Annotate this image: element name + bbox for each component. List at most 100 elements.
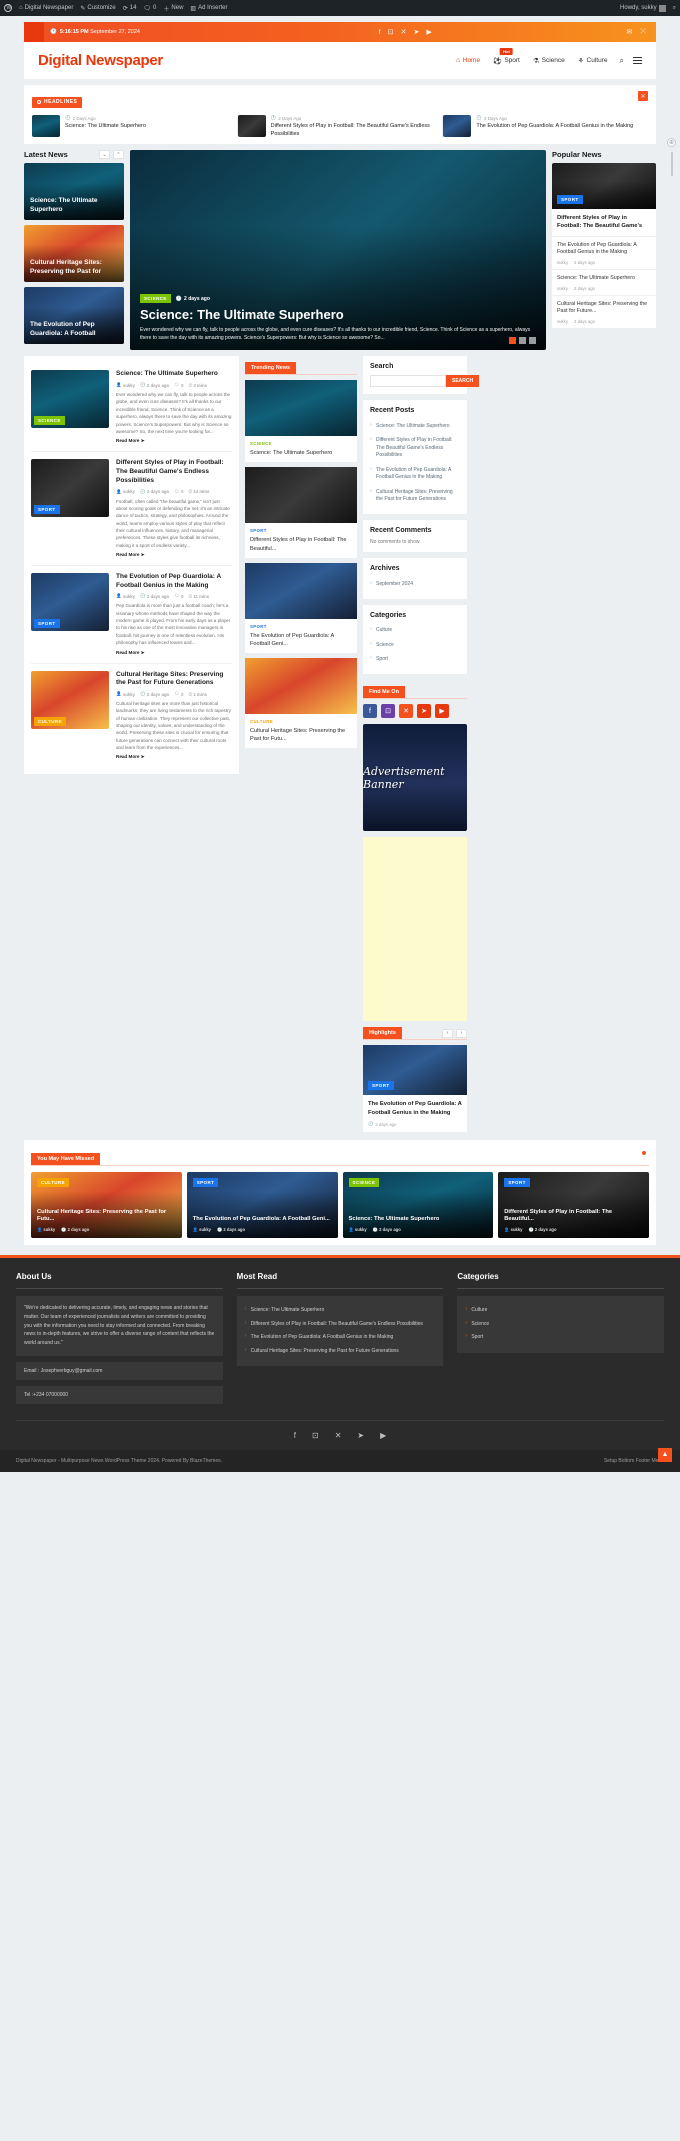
search-submit-button[interactable]: SEARCH <box>446 375 480 388</box>
x-icon[interactable]: ✕ <box>399 704 413 719</box>
telegram-icon[interactable]: ➤ <box>413 28 419 36</box>
youtube-icon[interactable]: ▶ <box>435 704 449 719</box>
page-side-rail[interactable] <box>671 152 673 176</box>
missed-card[interactable]: SPORT The Evolution of Pep Guardiola: A … <box>186 1172 338 1239</box>
footer-most-read-item[interactable]: Science: The Ultimate Superhero <box>245 1304 436 1318</box>
headlines-close-button[interactable]: ✕ <box>638 91 648 101</box>
post-title[interactable]: Science: The Ultimate Superhero <box>116 370 232 379</box>
mail-icon[interactable]: ✉ <box>627 28 633 36</box>
highlights-prev-button[interactable]: ‹ <box>442 1028 453 1038</box>
recent-post-item[interactable]: Different Styles of Play in Football: Th… <box>370 434 460 464</box>
youtube-icon[interactable]: ▶ <box>380 1431 386 1440</box>
post-category-chip[interactable]: CULTURE <box>34 716 66 726</box>
trending-card[interactable]: SPORT Different Styles of Play in Footba… <box>245 467 357 558</box>
telegram-icon[interactable]: ➤ <box>357 1431 364 1440</box>
admin-ad-inserter[interactable]: ▥ Ad Inserter <box>190 5 227 12</box>
missed-category-chip[interactable]: SPORT <box>192 1178 219 1188</box>
search-input[interactable] <box>370 375 446 388</box>
facebook-icon[interactable]: f <box>363 704 377 719</box>
popular-item[interactable]: The Evolution of Pep Guardiola: A Footba… <box>552 235 656 269</box>
footer-most-read-item[interactable]: Different Styles of Play in Football: Th… <box>245 1318 436 1332</box>
nav-item-science[interactable]: ⚗ Science <box>533 57 565 65</box>
latest-card[interactable]: Cultural Heritage Sites: Preserving the … <box>24 225 124 283</box>
popular-item[interactable]: Cultural Heritage Sites: Preserving the … <box>552 294 656 328</box>
post-item[interactable]: SPORT Different Styles of Play in Footba… <box>31 452 232 566</box>
post-title[interactable]: The Evolution of Pep Guardiola: A Footba… <box>116 573 232 591</box>
site-logo[interactable]: Digital Newspaper <box>38 52 163 69</box>
trending-card[interactable]: SCIENCE Science: The Ultimate Superhero <box>245 380 357 463</box>
instagram-icon[interactable]: ⊡ <box>381 704 395 719</box>
youtube-icon[interactable]: ▶ <box>426 28 431 36</box>
admin-customize[interactable]: ✎ Customize <box>80 5 115 12</box>
trending-card[interactable]: CULTURE Cultural Heritage Sites: Preserv… <box>245 657 357 749</box>
post-item[interactable]: CULTURE Cultural Heritage Sites: Preserv… <box>31 664 232 768</box>
hero-featured-article[interactable]: SCIENCE 🕐 2 days ago Science: The Ultima… <box>130 150 546 351</box>
advertisement-placeholder[interactable] <box>363 837 467 1022</box>
hero-category-chip[interactable]: SCIENCE <box>140 294 171 304</box>
footer-category-item[interactable]: Sport <box>465 1331 656 1345</box>
nav-item-culture[interactable]: ⚘ Culture <box>578 57 608 65</box>
shuffle-icon[interactable]: ⤬ <box>640 28 646 36</box>
wordpress-logo-icon[interactable] <box>4 4 12 13</box>
nav-item-sport[interactable]: Hot ⚽ Sport <box>493 47 520 65</box>
missed-category-chip[interactable]: CULTURE <box>37 1178 69 1188</box>
recent-post-item[interactable]: Cultural Heritage Sites: Preserving the … <box>370 485 460 507</box>
post-category-chip[interactable]: SCIENCE <box>34 416 65 426</box>
admin-updates[interactable]: ⟳ 14 <box>123 5 137 12</box>
trending-card[interactable]: SPORT The Evolution of Pep Guardiola: A … <box>245 562 357 653</box>
latest-next-button[interactable]: ⌃ <box>113 150 124 160</box>
read-more-link[interactable]: Read More ➤ <box>116 552 232 558</box>
headline-item[interactable]: 🕐 2 Days Ago Science: The Ultimate Super… <box>32 115 238 139</box>
instagram-icon[interactable]: ⊡ <box>388 28 394 36</box>
advertisement-banner[interactable]: Advertisement Banner <box>363 724 467 832</box>
read-more-link[interactable]: Read More ➤ <box>116 754 232 760</box>
highlights-category-chip[interactable]: SPORT <box>368 1081 394 1091</box>
latest-card[interactable]: The Evolution of Pep Guardiola: A Footba… <box>24 287 124 345</box>
footer-email[interactable]: Email : Josephverbguy@gmail.com <box>16 1361 223 1380</box>
footer-bottom-links[interactable]: Setup Bottom Footer Menu <box>604 1458 664 1464</box>
post-category-chip[interactable]: SPORT <box>34 618 60 628</box>
popular-lead-image[interactable]: SPORT <box>552 163 656 210</box>
carousel-dot[interactable] <box>519 337 526 345</box>
popular-lead-title[interactable]: Different Styles of Play in Football: Th… <box>552 209 656 235</box>
footer-category-item[interactable]: Science <box>465 1318 656 1332</box>
read-more-link[interactable]: Read More ➤ <box>116 650 232 656</box>
x-icon[interactable]: ✕ <box>401 28 407 36</box>
headline-item[interactable]: 🕐 2 Days Ago The Evolution of Pep Guardi… <box>443 115 648 138</box>
post-category-chip[interactable]: SPORT <box>34 505 60 515</box>
post-title[interactable]: Cultural Heritage Sites: Preserving the … <box>116 671 232 689</box>
facebook-icon[interactable]: f <box>294 1431 296 1440</box>
recent-post-item[interactable]: Science: The Ultimate Superhero <box>370 419 460 434</box>
x-icon[interactable]: ✕ <box>335 1431 342 1440</box>
missed-category-chip[interactable]: SPORT <box>504 1178 530 1188</box>
footer-most-read-item[interactable]: The Evolution of Pep Guardiola: A Footba… <box>245 1331 436 1345</box>
menu-toggle-icon[interactable] <box>633 55 642 66</box>
admin-comments[interactable]: 🗨 0 <box>143 5 156 12</box>
search-icon[interactable]: ⌕ <box>620 56 624 66</box>
page-side-handle-icon[interactable]: ⊕ <box>667 138 676 147</box>
category-item[interactable]: Sport <box>370 653 460 668</box>
missed-card[interactable]: SPORT Different Styles of Play in Footba… <box>498 1172 649 1239</box>
carousel-dot-active[interactable] <box>509 337 516 345</box>
admin-howdy[interactable]: Howdy, sukky <box>620 4 666 12</box>
facebook-icon[interactable]: f <box>379 29 381 36</box>
highlights-next-button[interactable]: › <box>456 1028 467 1038</box>
instagram-icon[interactable]: ⊡ <box>312 1431 319 1440</box>
footer-most-read-item[interactable]: Cultural Heritage Sites: Preserving the … <box>245 1345 436 1359</box>
missed-category-chip[interactable]: SCIENCE <box>348 1178 380 1188</box>
missed-card[interactable]: CULTURE Cultural Heritage Sites: Preserv… <box>31 1172 182 1239</box>
post-item[interactable]: SPORT The Evolution of Pep Guardiola: A … <box>31 566 232 664</box>
popular-item[interactable]: Science: The Ultimate Superhero sukky 2 … <box>552 268 656 295</box>
headline-item[interactable]: 🕐 2 Days Ago Different Styles of Play in… <box>237 115 444 139</box>
missed-card[interactable]: SCIENCE Science: The Ultimate Superhero … <box>342 1172 494 1239</box>
archive-item[interactable]: September 2024 <box>370 577 460 592</box>
admin-site-name[interactable]: ⌂ Digital Newspaper <box>19 5 73 11</box>
category-item[interactable]: Science <box>370 638 460 653</box>
latest-prev-button[interactable]: ⌄ <box>99 150 110 160</box>
scroll-to-top-button[interactable]: ▲ <box>658 1447 672 1462</box>
nav-item-home[interactable]: ⌂ Home <box>456 57 480 64</box>
telegram-icon[interactable]: ➤ <box>417 704 431 719</box>
highlights-card[interactable]: SPORT The Evolution of Pep Guardiola: A … <box>363 1045 467 1133</box>
read-more-link[interactable]: Read More ➤ <box>116 438 232 444</box>
post-title[interactable]: Different Styles of Play in Football: Th… <box>116 459 232 485</box>
